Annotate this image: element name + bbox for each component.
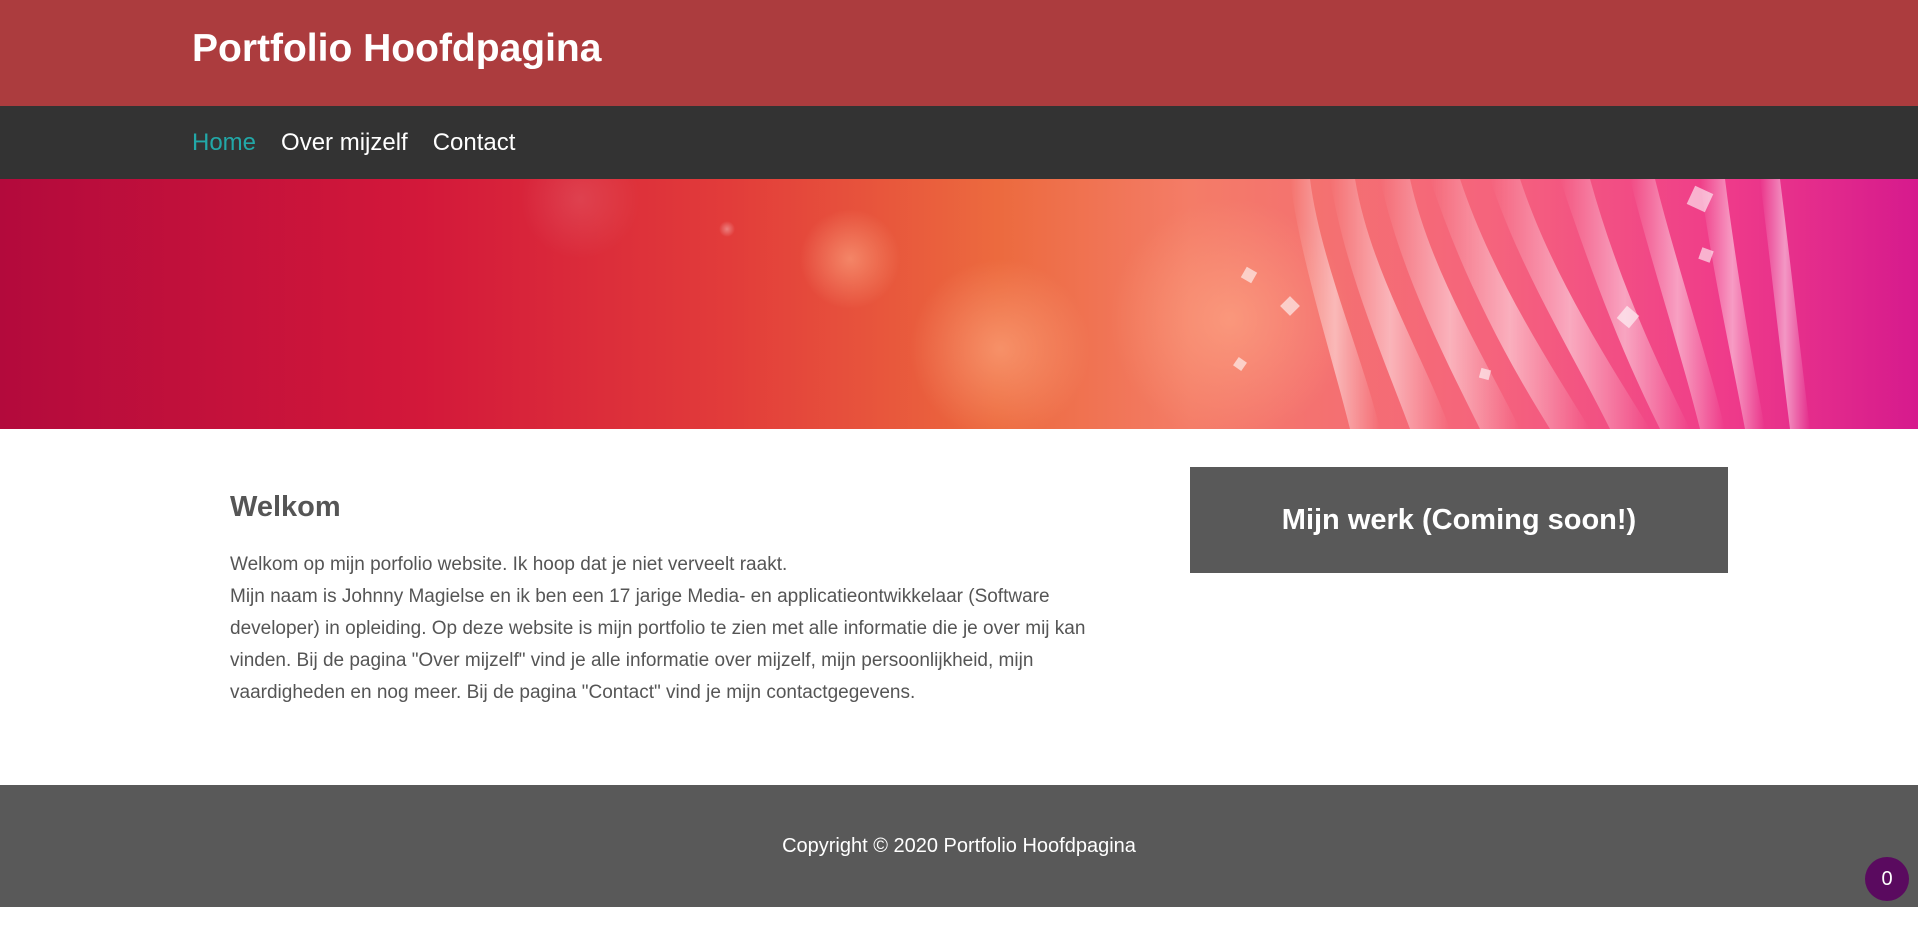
nav-link-over-mijzelf[interactable]: Over mijzelf bbox=[281, 129, 408, 157]
nav-item-contact: Contact bbox=[433, 129, 516, 157]
welcome-about: Mijn naam is Johnny Magielse en ik ben e… bbox=[230, 586, 1086, 703]
hero-decoration bbox=[520, 179, 1810, 429]
welcome-intro: Welkom op mijn porfolio website. Ik hoop… bbox=[230, 554, 788, 575]
site-footer: Copyright © 2020 Portfolio Hoofdpagina bbox=[0, 785, 1918, 907]
work-panel: Mijn werk (Coming soon!) bbox=[1190, 467, 1728, 573]
main-navigation: Home Over mijzelf Contact bbox=[0, 106, 1918, 179]
notification-count-badge[interactable]: 0 bbox=[1865, 857, 1909, 901]
welcome-heading: Welkom bbox=[230, 491, 341, 523]
work-heading: Mijn werk (Coming soon!) bbox=[1281, 504, 1637, 536]
welcome-text: Welkom op mijn porfolio website. Ik hoop… bbox=[230, 549, 1140, 709]
nav-link-contact[interactable]: Contact bbox=[433, 129, 516, 157]
nav-item-home: Home bbox=[192, 129, 256, 157]
page: Portfolio Hoofdpagina Home Over mijzelf … bbox=[0, 0, 1918, 937]
site-title[interactable]: Portfolio Hoofdpagina bbox=[192, 26, 601, 72]
nav-item-over-mijzelf: Over mijzelf bbox=[281, 129, 408, 157]
nav-link-home[interactable]: Home bbox=[192, 129, 256, 157]
site-header: Portfolio Hoofdpagina bbox=[0, 0, 1918, 106]
nav-list: Home Over mijzelf Contact bbox=[192, 106, 540, 179]
hero-banner-image bbox=[0, 179, 1918, 429]
copyright-text: Copyright © 2020 Portfolio Hoofdpagina bbox=[782, 835, 1136, 857]
